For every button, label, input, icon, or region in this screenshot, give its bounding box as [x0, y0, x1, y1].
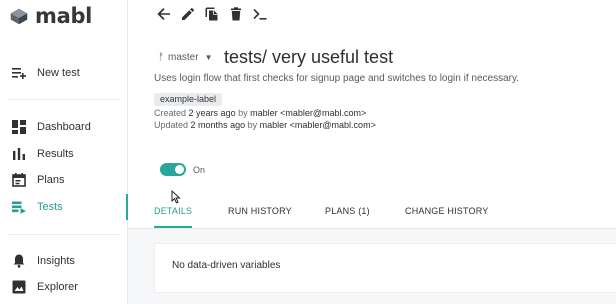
dashboard-icon	[11, 119, 27, 135]
plans-icon	[11, 172, 27, 188]
updated-info: Updated 2 months ago by mabler <mabler@m…	[154, 120, 376, 130]
tests-icon	[11, 199, 27, 215]
sidebar-item-results[interactable]: Results	[0, 141, 128, 167]
sidebar-item-dashboard[interactable]: Dashboard	[0, 114, 128, 140]
run-cli-button[interactable]	[252, 6, 268, 22]
explorer-icon	[11, 279, 27, 295]
sidebar-item-label: Tests	[37, 201, 63, 213]
sidebar-item-label: Dashboard	[37, 121, 91, 133]
updated-by-prefix: by	[247, 120, 258, 130]
updated-when: 2 months ago	[190, 120, 246, 130]
branch-icon: ᚠ	[158, 52, 164, 63]
results-icon	[11, 146, 27, 162]
mabl-logo-icon	[10, 8, 28, 25]
sidebar-item-label: Explorer	[37, 281, 78, 293]
sidebar-item-label: Results	[37, 148, 74, 160]
tab-run-history[interactable]: RUN HISTORY	[228, 204, 292, 228]
sidebar-item-label: New test	[37, 67, 80, 79]
tab-details[interactable]: DETAILS	[154, 204, 193, 228]
mabl-logo[interactable]: mabl	[8, 4, 92, 28]
branch-name: master	[168, 52, 199, 63]
toggle-label: On	[193, 165, 206, 175]
sidebar-item-new-test[interactable]: New test	[0, 60, 128, 86]
tab-change-history[interactable]: CHANGE HISTORY	[405, 204, 488, 228]
back-arrow-icon	[157, 8, 170, 20]
sidebar-item-label: Plans	[37, 174, 65, 186]
copy-icon	[205, 7, 218, 21]
sidebar-item-label: Insights	[37, 255, 75, 267]
sidebar-item-plans[interactable]: Plans	[0, 167, 128, 193]
data-driven-variables-card: No data-driven variables	[154, 243, 616, 293]
back-button[interactable]	[156, 6, 172, 22]
sidebar-divider	[8, 99, 120, 100]
brand-name: mabl	[35, 4, 93, 28]
sidebar-item-tests[interactable]: Tests	[0, 194, 128, 220]
new-test-icon	[11, 65, 27, 81]
edit-button[interactable]	[180, 6, 196, 22]
test-label-badge[interactable]: example-label	[154, 93, 223, 106]
created-by-prefix: by	[238, 108, 248, 118]
delete-trash-icon	[231, 7, 241, 21]
sidebar-divider	[8, 234, 120, 235]
edit-pencil-icon	[182, 7, 195, 20]
terminal-icon	[253, 8, 267, 20]
test-description: Uses login flow that first checks for si…	[154, 73, 519, 84]
created-when: 2 years ago	[188, 108, 236, 118]
active-nav-indicator	[126, 194, 128, 220]
duplicate-button[interactable]	[204, 6, 220, 22]
tab-plans[interactable]: PLANS (1)	[325, 204, 370, 228]
test-enabled-toggle[interactable]	[160, 163, 186, 176]
insights-icon	[11, 253, 27, 269]
sidebar-item-explorer[interactable]: Explorer	[0, 274, 128, 300]
updated-prefix: Updated	[154, 120, 189, 130]
mouse-cursor-icon	[171, 190, 181, 204]
delete-button[interactable]	[228, 6, 244, 22]
created-by: mabler <mabler@mabl.com>	[250, 108, 367, 118]
chevron-down-icon: ▼	[204, 53, 213, 62]
empty-variables-message: No data-driven variables	[172, 260, 281, 271]
created-prefix: Created	[154, 108, 187, 118]
page-title: tests/ very useful test	[224, 47, 394, 67]
sidebar: mabl New test Dashboard Results Plans Te…	[0, 0, 128, 304]
test-toolbar	[156, 6, 276, 22]
updated-by: mabler <mabler@mabl.com>	[259, 120, 376, 130]
branch-selector[interactable]: ᚠ master ▼	[158, 52, 212, 63]
created-info: Created 2 years ago by mabler <mabler@ma…	[154, 108, 366, 118]
sidebar-item-insights[interactable]: Insights	[0, 248, 128, 274]
